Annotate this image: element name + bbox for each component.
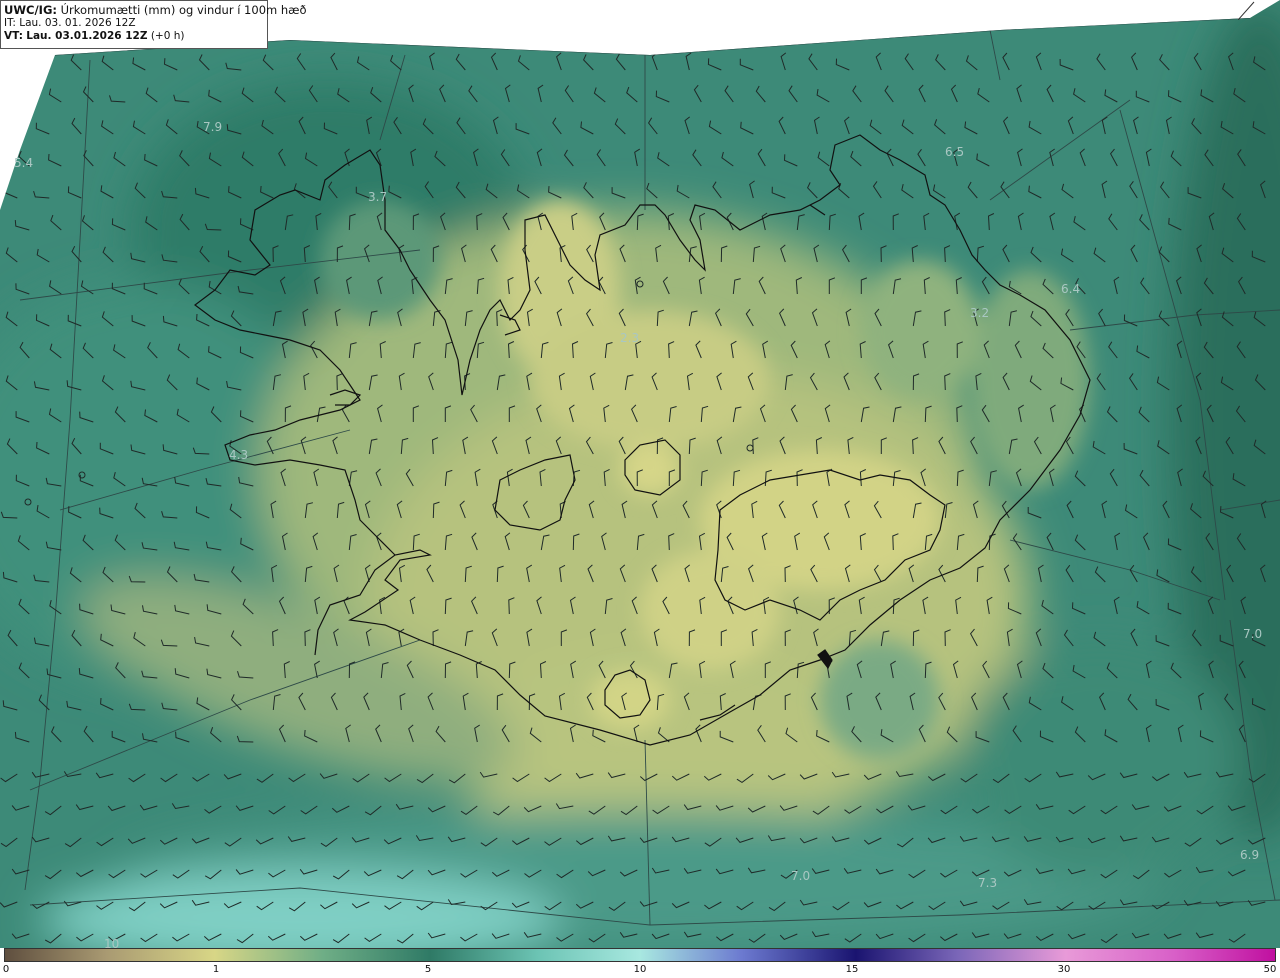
wind-barb xyxy=(16,88,30,103)
valid-time: Lau. 03.01.2026 12Z xyxy=(26,30,148,42)
title-line: UWC/IG: Úrkomumætti (mm) og vindur í 100… xyxy=(4,3,307,17)
value-label-west: 5.4 xyxy=(14,156,33,170)
colorbar-strip xyxy=(4,948,1276,962)
value-label-se-off: 7.0 xyxy=(1243,627,1262,641)
value-label-south: 7.0 xyxy=(791,869,810,883)
value-label-east: 3.2 xyxy=(970,306,989,320)
value-label-far-se: 6.9 xyxy=(1240,848,1259,862)
init-time: IT: Lau. 03. 01. 2026 12Z xyxy=(4,17,136,29)
colorbar: 0 1 5 10 15 30 50 xyxy=(0,948,1280,978)
wind-barb xyxy=(4,57,18,71)
valid-time-line: VT: Lau. 03.01.2026 12Z (+0 h) xyxy=(4,30,264,43)
value-label-snaefellsnes: 4.3 xyxy=(229,448,248,462)
colorbar-tick-15: 15 xyxy=(845,964,859,975)
valid-prefix: VT: xyxy=(4,30,23,42)
value-label-nw: 7.9 xyxy=(203,120,222,134)
colorbar-tick-5: 5 xyxy=(424,964,432,975)
wind-barb xyxy=(35,58,50,71)
value-label-east-off: 6.4 xyxy=(1061,282,1080,296)
weather-map[interactable]: 7.9 5.4 3.7 6.5 6.4 3.2 2.3 4.3 7.0 6.9 … xyxy=(0,0,1280,948)
colorbar-tick-10: 10 xyxy=(633,964,647,975)
map-title: Úrkomumætti (mm) og vindur í 100m hæð xyxy=(60,3,307,17)
lead-time: (+0 h) xyxy=(150,30,185,42)
colorbar-tick-1: 1 xyxy=(212,964,220,975)
value-label-ne: 6.5 xyxy=(945,145,964,159)
value-label-sw-corner: 10 xyxy=(104,937,119,948)
product-code: UWC/IG: xyxy=(4,3,57,17)
map-title-box: UWC/IG: Úrkomumætti (mm) og vindur í 100… xyxy=(0,0,307,49)
map-canvas: 7.9 5.4 3.7 6.5 6.4 3.2 2.3 4.3 7.0 6.9 … xyxy=(0,0,1280,948)
diagonal-line-icon[interactable] xyxy=(1238,0,1280,20)
colorbar-tick-0: 0 xyxy=(2,964,10,975)
wind-barb xyxy=(3,123,18,135)
value-label-north: 2.3 xyxy=(620,331,639,345)
value-label-westfjords: 3.7 xyxy=(368,190,387,204)
colorbar-tick-50: 50 xyxy=(1263,964,1277,975)
value-label-south-east: 7.3 xyxy=(978,876,997,890)
colorbar-tick-30: 30 xyxy=(1057,964,1071,975)
